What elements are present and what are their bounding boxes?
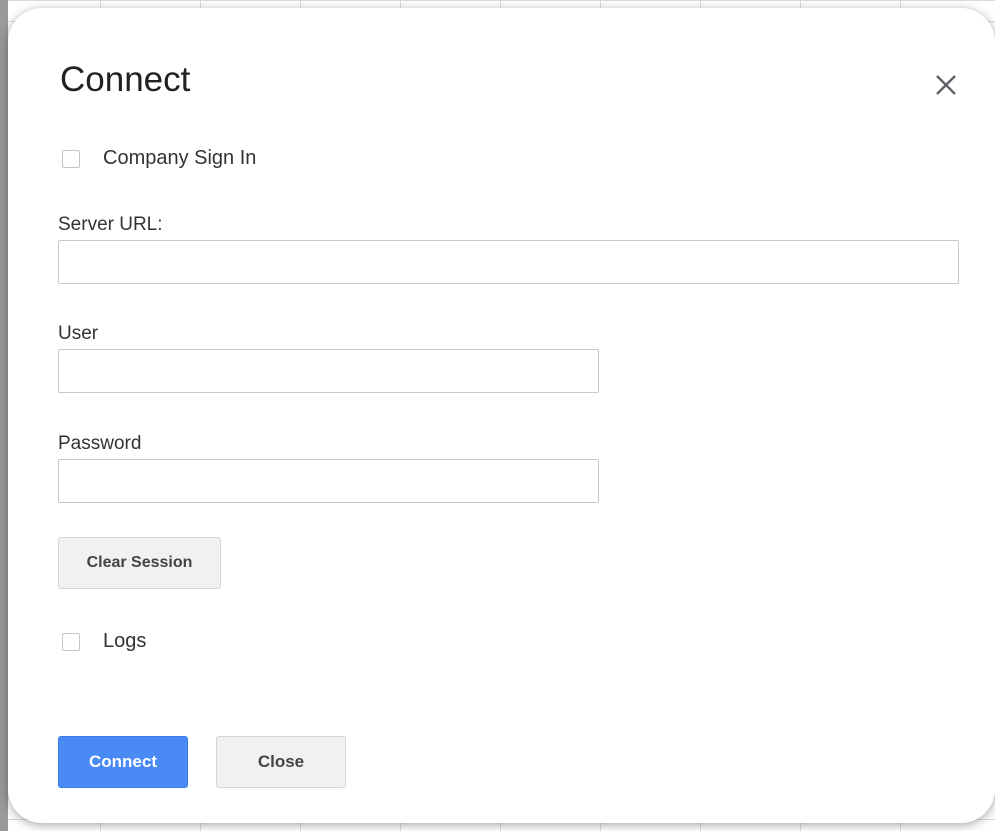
company-sign-in-checkbox[interactable] (62, 149, 80, 168)
user-input[interactable] (58, 349, 599, 393)
logs-checkbox[interactable] (62, 632, 80, 651)
clear-session-button[interactable]: Clear Session (58, 537, 221, 589)
password-input[interactable] (58, 459, 599, 503)
server-url-input[interactable] (58, 240, 959, 284)
logs-row[interactable]: Logs (62, 630, 146, 653)
background-edge (0, 0, 8, 831)
company-sign-in-row[interactable]: Company Sign In (62, 147, 256, 170)
company-sign-in-label: Company Sign In (103, 147, 257, 169)
close-icon[interactable] (931, 70, 961, 100)
close-button[interactable]: Close (216, 736, 346, 788)
server-url-label: Server URL: (58, 214, 163, 235)
user-label: User (58, 323, 99, 344)
password-label: Password (58, 433, 142, 454)
connect-button[interactable]: Connect (58, 736, 188, 788)
logs-label: Logs (103, 630, 147, 652)
dialog-title: Connect (60, 60, 191, 99)
connect-dialog: Connect Company Sign In Server URL: User… (8, 8, 995, 823)
